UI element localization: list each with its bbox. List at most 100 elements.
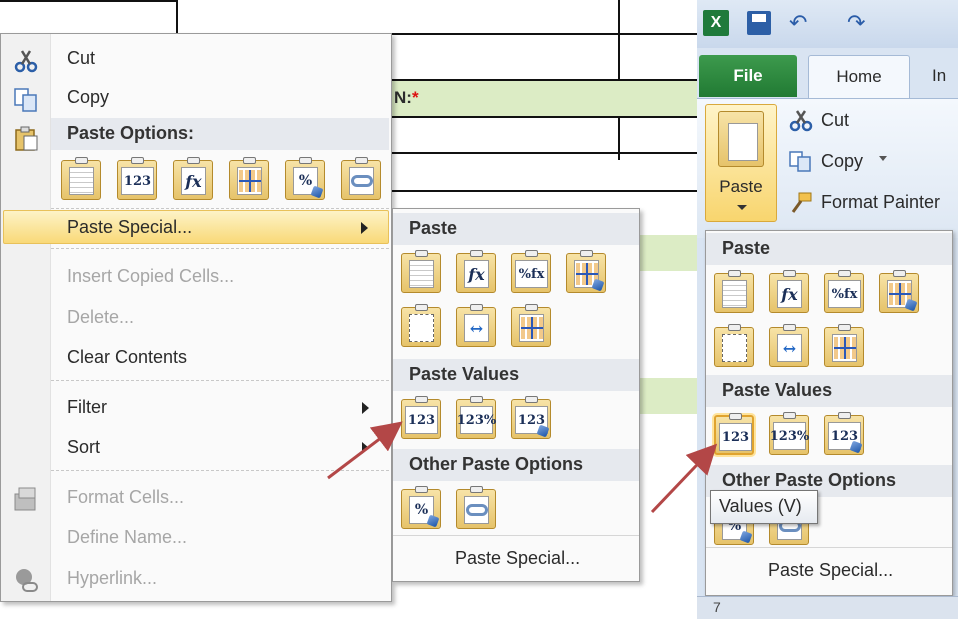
menu-item-sort[interactable]: Sort <box>51 431 389 465</box>
menu-item-hyperlink[interactable]: Hyperlink... <box>51 562 389 596</box>
chevron-down-icon[interactable] <box>879 156 887 161</box>
cell-label-text: N: <box>394 88 412 107</box>
paste-formulas-icon[interactable]: fx <box>173 157 213 200</box>
menu-separator <box>51 380 389 381</box>
transpose-icon[interactable] <box>229 157 269 200</box>
menu-item-copy[interactable]: Copy <box>51 81 389 115</box>
submenu-header-label: Other Paste Options <box>409 454 584 474</box>
save-icon[interactable] <box>747 11 771 35</box>
menu-item-label: Hyperlink... <box>67 568 158 588</box>
paste-button[interactable]: Paste <box>705 104 777 222</box>
hyperlink-icon <box>16 569 38 592</box>
formulas-glyph: fx <box>777 280 802 308</box>
gallery-paste-special-item[interactable]: Paste Special... <box>706 547 952 595</box>
values-number-format-icon[interactable]: 123% <box>456 396 496 439</box>
paste-formulas-number-format-icon[interactable]: %fx <box>824 270 864 313</box>
keep-source-formatting-icon[interactable] <box>566 250 606 293</box>
menu-icon-column <box>1 34 51 601</box>
paste-options-header: Paste Options: <box>51 118 389 150</box>
keep-column-widths-icon[interactable]: ↔ <box>456 304 496 347</box>
values-number-format-icon[interactable]: 123% <box>769 412 809 455</box>
gallery-header-paste-values: Paste Values <box>706 375 952 407</box>
menu-item-filter[interactable]: Filter <box>51 391 389 425</box>
ribbon-cut-label: Cut <box>821 110 850 130</box>
values-tooltip: Values (V) <box>710 490 818 524</box>
gallery-header-label: Other Paste Options <box>722 470 897 490</box>
formulas-number-format-glyph: %fx <box>515 260 548 288</box>
paste-formatting-icon[interactable]: % <box>285 157 325 200</box>
paste-formulas-icon[interactable]: fx <box>769 270 809 313</box>
row-header[interactable]: 7 <box>697 596 958 619</box>
values-glyph: 123 <box>405 406 438 434</box>
menu-item-label: Insert Copied Cells... <box>67 266 235 286</box>
required-mark: * <box>411 88 419 107</box>
values-number-format-glyph: 123% <box>457 406 496 434</box>
ribbon-format-painter-label: Format Painter <box>821 192 941 212</box>
paste-formulas-icon[interactable]: fx <box>456 250 496 293</box>
transpose-icon[interactable] <box>511 304 551 347</box>
menu-item-cut[interactable]: Cut <box>51 42 389 76</box>
paste-button-label: Paste <box>719 177 763 196</box>
submenu-arrow-icon <box>362 402 369 414</box>
format-cells-icon <box>14 487 36 511</box>
paste-icon[interactable] <box>714 270 754 313</box>
formulas-glyph: fx <box>181 167 206 195</box>
menu-item-define-name[interactable]: Define Name... <box>51 521 389 555</box>
menu-separator <box>51 248 389 249</box>
menu-item-delete[interactable]: Delete... <box>51 301 389 335</box>
green-cell[interactable] <box>640 378 700 414</box>
gridline <box>392 116 697 118</box>
undo-icon[interactable]: ↶ <box>789 10 807 36</box>
keep-source-formatting-icon[interactable] <box>879 270 919 313</box>
paste-link-icon[interactable] <box>456 486 496 529</box>
paste-formulas-number-format-icon[interactable]: %fx <box>511 250 551 293</box>
no-borders-icon[interactable] <box>714 324 754 367</box>
tab-home[interactable]: Home <box>808 55 910 99</box>
paste-values-icon[interactable]: 123 <box>117 157 157 200</box>
paste-special-submenu: Paste fx %fx ↔ Paste Values 123 123% 123… <box>392 208 640 582</box>
gallery-header-paste: Paste <box>706 233 952 265</box>
values-icon[interactable]: 123 <box>401 396 441 439</box>
values-source-formatting-icon[interactable]: 123 <box>511 396 551 439</box>
menu-item-clear-contents[interactable]: Clear Contents <box>51 341 389 375</box>
menu-item-label: Paste Special... <box>67 217 193 237</box>
formulas-number-format-glyph: %fx <box>828 280 861 308</box>
gallery-paste-special-label: Paste Special... <box>768 560 894 580</box>
redo-icon[interactable]: ↷ <box>847 10 865 36</box>
scissors-icon <box>789 110 813 132</box>
paste-icon[interactable] <box>401 250 441 293</box>
transpose-icon[interactable] <box>824 324 864 367</box>
tab-insert[interactable]: In <box>932 55 946 97</box>
submenu-header-paste-values: Paste Values <box>393 359 639 391</box>
menu-item-label: Sort <box>67 437 101 457</box>
values-source-formatting-icon[interactable]: 123 <box>824 412 864 455</box>
gridline <box>392 79 697 81</box>
cell-label: N:* <box>394 88 419 108</box>
paste-icon[interactable] <box>61 157 101 200</box>
submenu-header-paste: Paste <box>393 213 639 245</box>
green-cell[interactable] <box>392 80 697 116</box>
gallery-header-label: Paste Values <box>722 380 833 400</box>
green-cell[interactable] <box>640 235 700 271</box>
values-icon[interactable]: 123 <box>714 413 754 455</box>
menu-item-format-cells[interactable]: Format Cells... <box>51 481 389 515</box>
submenu-header-label: Paste Values <box>409 364 520 384</box>
menu-item-insert-copied-cells[interactable]: Insert Copied Cells... <box>51 260 389 294</box>
menu-item-paste-special[interactable]: Paste Special... <box>3 210 389 244</box>
sheet-icon <box>728 123 758 161</box>
menu-item-label: Clear Contents <box>67 347 188 367</box>
paste-link-icon[interactable] <box>341 157 381 200</box>
column-width-glyph: ↔ <box>464 314 489 342</box>
tab-insert-label: In <box>932 66 947 85</box>
gallery-header-label: Paste <box>722 238 771 258</box>
tab-file[interactable]: File <box>699 55 797 97</box>
menu-item-label: Delete... <box>67 307 135 327</box>
excel-logo-icon: X <box>703 10 729 36</box>
keep-column-widths-icon[interactable]: ↔ <box>769 324 809 367</box>
column-width-glyph: ↔ <box>777 334 802 362</box>
no-borders-icon[interactable] <box>401 304 441 347</box>
submenu-paste-special-item[interactable]: Paste Special... <box>393 535 639 581</box>
submenu-paste-special-label: Paste Special... <box>455 548 581 568</box>
clipboard-icon <box>15 126 38 151</box>
formatting-icon[interactable]: % <box>401 486 441 529</box>
